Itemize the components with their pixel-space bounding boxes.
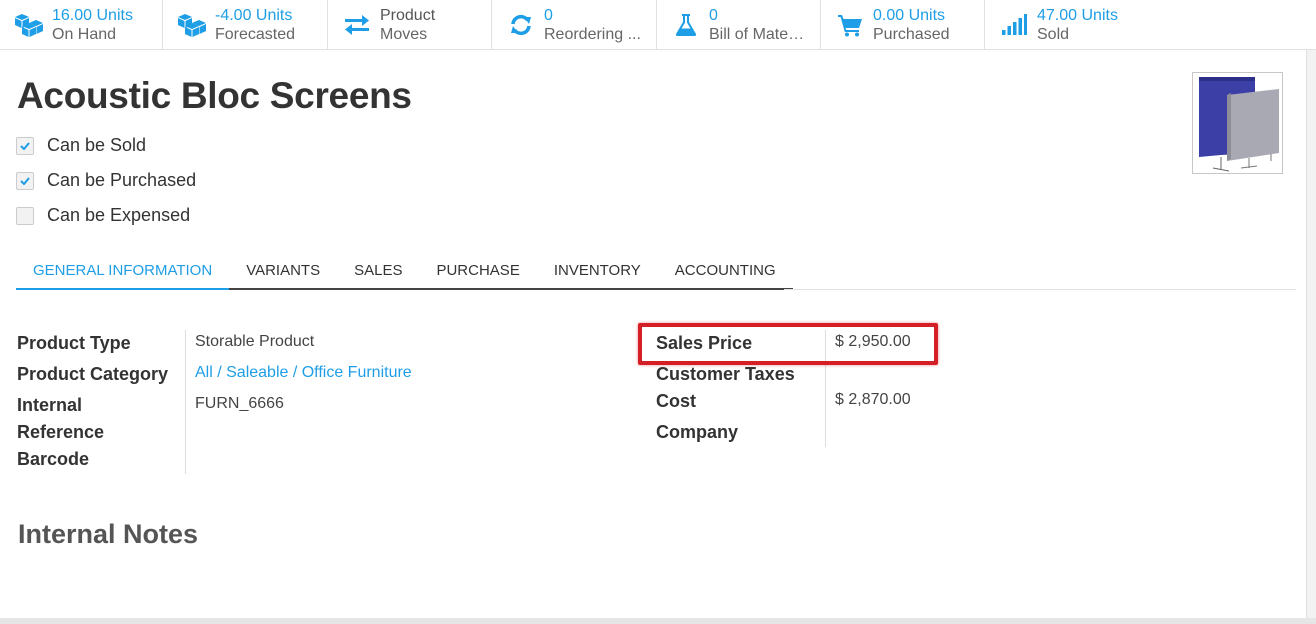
cost-field[interactable]: $ 2,870.00 (835, 391, 911, 409)
sold-label: Sold (1037, 26, 1070, 43)
cubes-icon (12, 10, 46, 40)
barcode-label: Barcode (17, 449, 90, 469)
tab-general-information[interactable]: GENERAL INFORMATION (16, 252, 230, 290)
can-be-sold-row: Can be Sold (16, 135, 146, 156)
purchased-button[interactable]: 0.00 Units Purchased (821, 0, 985, 50)
signal-icon (997, 10, 1031, 40)
on-hand-label: On Hand (52, 26, 117, 43)
tab-underline (784, 289, 1296, 290)
tab-inventory[interactable]: INVENTORY (537, 252, 658, 288)
internal-reference-label-line1: Internal (17, 395, 83, 415)
product-image[interactable] (1192, 72, 1283, 174)
checkmark-icon (20, 176, 30, 185)
tab-purchase[interactable]: PURCHASE (419, 252, 536, 288)
product-moves-title: Product (380, 7, 436, 24)
product-moves-label: Moves (380, 26, 428, 43)
cubes-icon (175, 10, 209, 40)
product-name[interactable]: Acoustic Bloc Screens (17, 75, 412, 117)
bom-button[interactable]: 0 Bill of Materi... (657, 0, 821, 50)
product-type-field[interactable]: Storable Product (195, 333, 314, 351)
can-be-expensed-row: Can be Expensed (16, 205, 190, 226)
product-moves-button[interactable]: Product Moves (328, 0, 492, 50)
sold-button[interactable]: 47.00 Units Sold (985, 0, 1165, 50)
cost-label: Cost (656, 391, 696, 411)
company-label: Company (656, 422, 739, 442)
internal-notes-heading: Internal Notes (18, 519, 199, 549)
forecasted-button[interactable]: -4.00 Units Forecasted (163, 0, 328, 50)
can-be-sold-label: Can be Sold (47, 135, 147, 155)
product-category-field[interactable]: All / Saleable / Office Furniture (195, 364, 412, 382)
forecasted-value: -4.00 Units (215, 7, 293, 24)
sales-price-highlight-box (638, 323, 938, 365)
bom-value: 0 (709, 7, 718, 24)
on-hand-value: 16.00 Units (52, 7, 133, 24)
product-type-label: Product Type (17, 333, 131, 353)
can-be-purchased-checkbox[interactable] (16, 171, 34, 190)
left-column-separator (185, 330, 186, 474)
cart-icon (833, 10, 867, 40)
form-tabs: GENERAL INFORMATION VARIANTS SALES PURCH… (16, 252, 793, 290)
product-category-label: Product Category (17, 364, 169, 384)
reordering-value: 0 (544, 7, 553, 24)
internal-reference-field[interactable]: FURN_6666 (195, 395, 284, 413)
forecasted-label: Forecasted (215, 26, 296, 43)
on-hand-button[interactable]: 16.00 Units On Hand (0, 0, 163, 50)
tab-sales[interactable]: SALES (337, 252, 419, 288)
can-be-purchased-row: Can be Purchased (16, 170, 196, 191)
tab-variants[interactable]: VARIANTS (229, 252, 337, 288)
reordering-button[interactable]: 0 Reordering ... (492, 0, 657, 50)
bom-label: Bill of Materi... (709, 26, 809, 43)
reordering-label: Reordering ... (544, 26, 641, 43)
purchased-label: Purchased (873, 26, 950, 43)
can-be-purchased-label: Can be Purchased (47, 170, 197, 190)
checkmark-icon (20, 141, 30, 150)
scrollbar-track[interactable] (1306, 50, 1316, 624)
refresh-icon (504, 10, 538, 40)
exchange-icon (340, 10, 374, 40)
tab-accounting[interactable]: ACCOUNTING (658, 252, 793, 288)
flask-icon (669, 10, 703, 40)
customer-taxes-label: Customer Taxes (656, 364, 795, 384)
can-be-expensed-checkbox[interactable] (16, 206, 34, 225)
can-be-expensed-label: Can be Expensed (47, 205, 191, 225)
bottom-border (0, 618, 1316, 624)
can-be-sold-checkbox[interactable] (16, 136, 34, 155)
purchased-value: 0.00 Units (873, 7, 946, 24)
sold-value: 47.00 Units (1037, 7, 1118, 24)
internal-reference-label-line2: Reference (17, 422, 105, 442)
smart-button-bar: 16.00 Units On Hand -4.00 Units Forecasted… (0, 0, 1316, 50)
